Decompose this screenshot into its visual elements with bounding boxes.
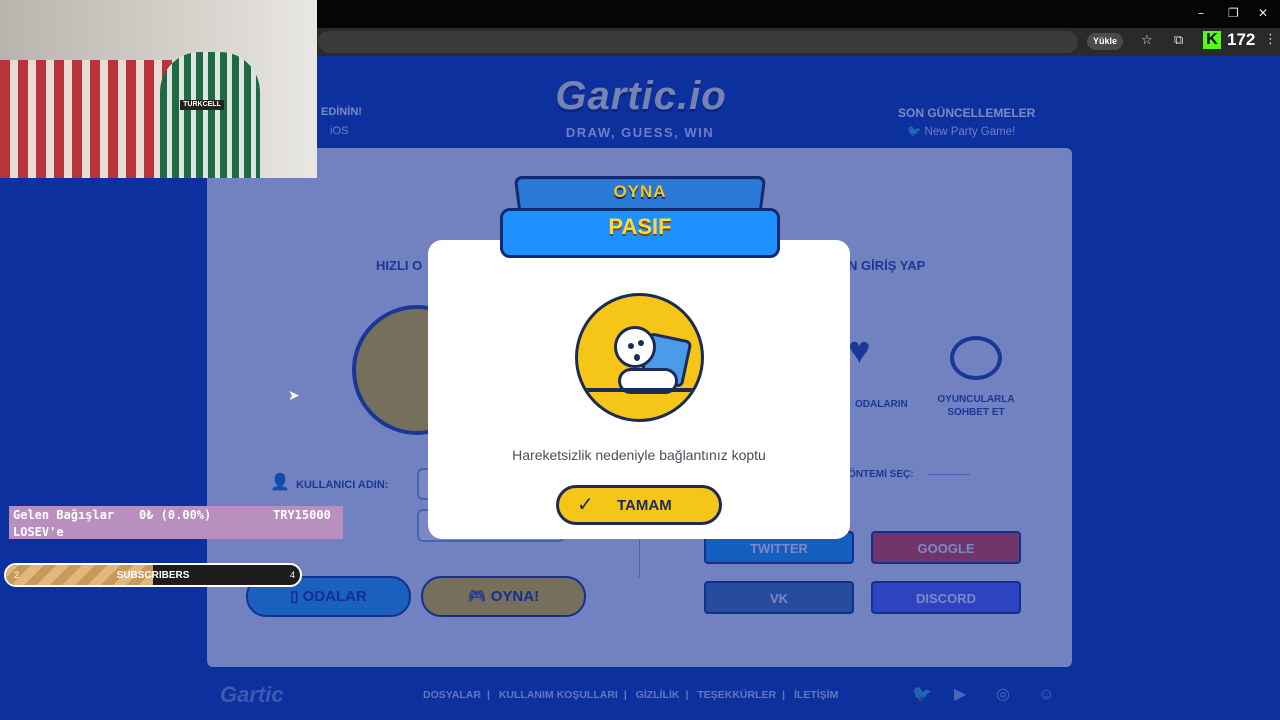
play-button-label: OYNA! [490, 588, 540, 605]
modal-message: Hareketsizlik nedeniyle bağlantınız kopt… [512, 447, 766, 463]
subscribers-max: 4 [290, 570, 296, 580]
footer-link-privacy[interactable]: GİZLİLİK [636, 689, 680, 701]
updates-item-label: New Party Game! [924, 126, 1016, 138]
shirt-logo: TURKCELL [180, 100, 224, 110]
donation-subtitle: LOSEV'e [13, 525, 64, 539]
footer-social-icons: 🐦 ▶ ◎ ☺ [912, 684, 1080, 704]
ok-button[interactable]: ✓ TAMAM [556, 485, 722, 525]
chat-caption: OYUNCULARLA SOHBET ET [937, 394, 1015, 418]
play-button[interactable]: 🎮 OYNA! [421, 576, 586, 617]
separator: | [486, 689, 490, 701]
quick-play-title: HIZLI O [376, 258, 423, 273]
minimize-icon[interactable]: – [1198, 6, 1204, 20]
donation-title: Gelen Bağışlar [13, 508, 115, 522]
heart-icon: ♥ [848, 330, 871, 372]
separator: | [782, 689, 786, 701]
door-icon: ▯ [290, 588, 303, 605]
kick-viewer-count: 172 [1227, 30, 1256, 49]
gartic-logo[interactable]: Gartic.io [536, 74, 746, 120]
rooms-caption: ODALARIN [855, 399, 908, 410]
discord-login-button[interactable]: DISCORD [871, 581, 1021, 614]
footer-link-contact[interactable]: İLETİŞİM [794, 689, 838, 701]
kick-logo-icon[interactable]: K [1203, 31, 1221, 49]
footer-link-terms[interactable]: KULLANIM KOŞULLARI [499, 689, 618, 701]
star-icon[interactable]: ☆ [1141, 33, 1153, 48]
footer-logo[interactable]: Gartic [220, 682, 284, 708]
install-button[interactable]: Yükle [1087, 33, 1124, 50]
banner-top-text: OYNA [613, 182, 667, 201]
donation-goal: TRY15000 [273, 508, 331, 522]
footer-link-thanks[interactable]: TEŞEKKÜRLER [697, 689, 776, 701]
login-title: N GİRİŞ YAP [848, 258, 926, 273]
banner-main-text: PASIF [608, 214, 672, 239]
login-method-label: ÖNTEMİ SEÇ: [848, 469, 914, 480]
youtube-icon[interactable]: ▶ [954, 684, 996, 704]
divider [639, 540, 640, 578]
discord-icon[interactable]: ☺ [1038, 686, 1080, 704]
donation-goal-widget: Gelen Bağışlar 0₺ (0.00%) TRY15000 LOSEV… [9, 506, 343, 539]
vk-login-button[interactable]: VK [704, 581, 854, 614]
subscribers-label: SUBSCRIBERS [116, 570, 190, 581]
mouse-cursor-icon: ➤ [288, 388, 300, 404]
divider [928, 474, 970, 475]
separator: | [623, 689, 627, 701]
updates-title: SON GÜNCELLEMELER [898, 106, 1036, 120]
donation-value: 0₺ (0.00%) [139, 508, 212, 522]
extensions-icon[interactable]: ⧉ [1174, 33, 1183, 48]
twitter-icon[interactable]: 🐦 [912, 684, 954, 704]
user-icon: 👤 [270, 474, 290, 491]
username-label: KULLANICI ADIN: [296, 479, 389, 491]
footer-link-files[interactable]: DOSYALAR [423, 689, 481, 701]
maximize-icon[interactable]: ❐ [1228, 6, 1239, 20]
webcam-overlay: TURKCELL [0, 0, 317, 178]
sleeping-icon [575, 293, 704, 422]
twitter-icon: 🐦 [907, 126, 922, 138]
close-icon[interactable]: ✕ [1258, 6, 1268, 20]
footer-links: DOSYALAR | KULLANIM KOŞULLARI | GİZLİLİK | … [420, 689, 841, 701]
instagram-icon[interactable]: ◎ [996, 684, 1038, 704]
tagline: DRAW, GUESS, WIN [565, 125, 715, 140]
separator: | [685, 689, 689, 701]
subscribers-goal-bar: 2 SUBSCRIBERS 4 [4, 563, 302, 587]
updates-item[interactable]: 🐦 New Party Game! [907, 124, 1015, 138]
gamepad-icon: 🎮 [467, 588, 491, 605]
rooms-button-label: ODALAR [302, 588, 367, 605]
chat-icon [950, 336, 1002, 380]
modal-banner: OYNA PASIF [500, 176, 780, 266]
get-app-label: EDİNİN! [321, 106, 362, 118]
google-login-button[interactable]: GOOGLE [871, 531, 1021, 564]
ios-link[interactable]: iOS [330, 125, 348, 137]
check-icon: ✓ [577, 492, 594, 516]
ok-button-label: TAMAM [617, 497, 672, 514]
ios-label: iOS [330, 125, 349, 137]
menu-icon[interactable]: ⋮ [1264, 32, 1277, 47]
address-bar[interactable] [318, 31, 1078, 53]
